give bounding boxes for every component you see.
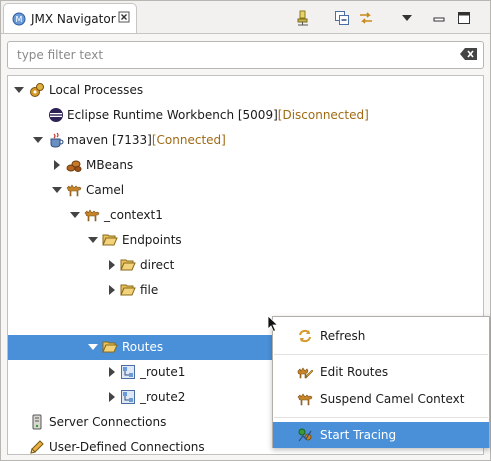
maximize-icon[interactable] [456,10,472,26]
menu-item-start-tracing[interactable]: Start Tracing [273,422,489,448]
route-icon [121,390,135,404]
chevron-down-icon[interactable] [87,341,99,353]
chevron-down-icon[interactable] [69,209,81,221]
tree-item-maven[interactable]: maven [7133][Connected] [8,128,483,152]
chevron-down-icon[interactable] [13,84,25,96]
link-with-editor-icon[interactable] [358,10,374,26]
tree-item-label: MBeans [86,158,134,172]
menu-item-label: Suspend Camel Context [320,392,465,406]
folder-icon [120,284,136,296]
close-icon[interactable] [118,11,130,23]
camel-icon [84,209,100,222]
view-menu-icon[interactable] [399,10,415,26]
menu-item-suspend-camel-context[interactable]: Suspend Camel Context [273,386,489,412]
chevron-down-icon[interactable] [51,184,63,196]
route-icon [121,365,135,379]
tree-item-label: User-Defined Connections [49,440,205,454]
tree-item-mbeans[interactable]: MBeans [8,153,483,177]
filter-input[interactable] [7,41,484,69]
menu-item-label: Start Tracing [320,428,397,442]
eclipse-icon [49,108,63,122]
svg-text:M: M [16,15,23,24]
tree-item-label: file [140,283,159,297]
jmx-navigator-icon: M [12,12,26,25]
tree-item-camel[interactable]: Camel [8,178,483,202]
view-title: JMX Navigator [31,11,116,26]
status-connected: [Connected] [151,133,226,147]
chevron-right-icon[interactable] [106,259,118,271]
menu-item-edit-routes[interactable]: Edit Routes [273,359,489,385]
edit-routes-icon [297,367,313,379]
refresh-icon [299,329,311,343]
connect-icon[interactable] [295,10,311,26]
tree-item-label: maven [7133] [67,133,152,147]
java-icon [50,132,64,148]
tree-item-label: direct [140,258,175,272]
jmx-navigator-view: M JMX Navigator type filter text Local P… [0,0,491,461]
menu-separator [274,417,488,418]
tab-jmx-navigator[interactable]: M JMX Navigator [3,3,137,33]
mouse-pointer-icon [267,315,279,333]
tree-item-eclipse-runtime[interactable]: Eclipse Runtime Workbench [5009][Disconn… [8,103,483,127]
menu-item-label: Refresh [320,329,366,343]
menu-separator [274,354,488,355]
tree-item-label: Server Connections [49,415,167,429]
clear-filter-icon[interactable] [460,47,478,61]
chevron-down-icon[interactable] [32,134,44,146]
tracing-icon [298,428,312,442]
server-icon [32,414,42,430]
beans-icon [66,160,82,172]
local-processes-icon [30,83,44,97]
collapse-all-icon[interactable] [334,10,350,26]
chevron-right-icon[interactable] [106,366,118,378]
pencil-icon [30,440,44,454]
tree-item-label: Endpoints [122,233,182,247]
minimize-icon[interactable] [431,10,447,26]
chevron-right-icon[interactable] [51,159,63,171]
chevron-right-icon[interactable] [106,284,118,296]
tree-item-label: Camel [86,183,125,197]
tree-item-label: _route1 [140,365,186,379]
view-tab-bar: M JMX Navigator [1,1,490,33]
folder-open-icon [102,234,118,246]
chevron-down-icon[interactable] [87,234,99,246]
tree-item-label: _context1 [104,208,163,222]
camel-icon [66,184,82,197]
tree-item-label: Routes [122,340,164,354]
status-disconnected: [Disconnected] [277,108,369,122]
chevron-right-icon[interactable] [106,391,118,403]
tree-item-label: Local Processes [49,83,144,97]
tree-item-label: Eclipse Runtime Workbench [5009] [67,108,278,122]
menu-item-refresh[interactable]: Refresh [273,323,489,349]
folder-open-icon [102,341,118,353]
context-menu: Refresh Edit Routes Suspend Camel Contex… [272,316,490,448]
camel-icon [297,393,313,406]
tree-item-endpoints[interactable]: Endpoints [8,228,483,252]
menu-item-label: Edit Routes [320,365,389,379]
folder-icon [120,259,136,271]
tree-item-label: _route2 [140,390,186,404]
tree-item-local-processes[interactable]: Local Processes [8,78,483,102]
tree-item-context1[interactable]: _context1 [8,203,483,227]
tree-item-direct[interactable]: direct [8,253,483,277]
tree-item-file[interactable]: file [8,278,483,302]
